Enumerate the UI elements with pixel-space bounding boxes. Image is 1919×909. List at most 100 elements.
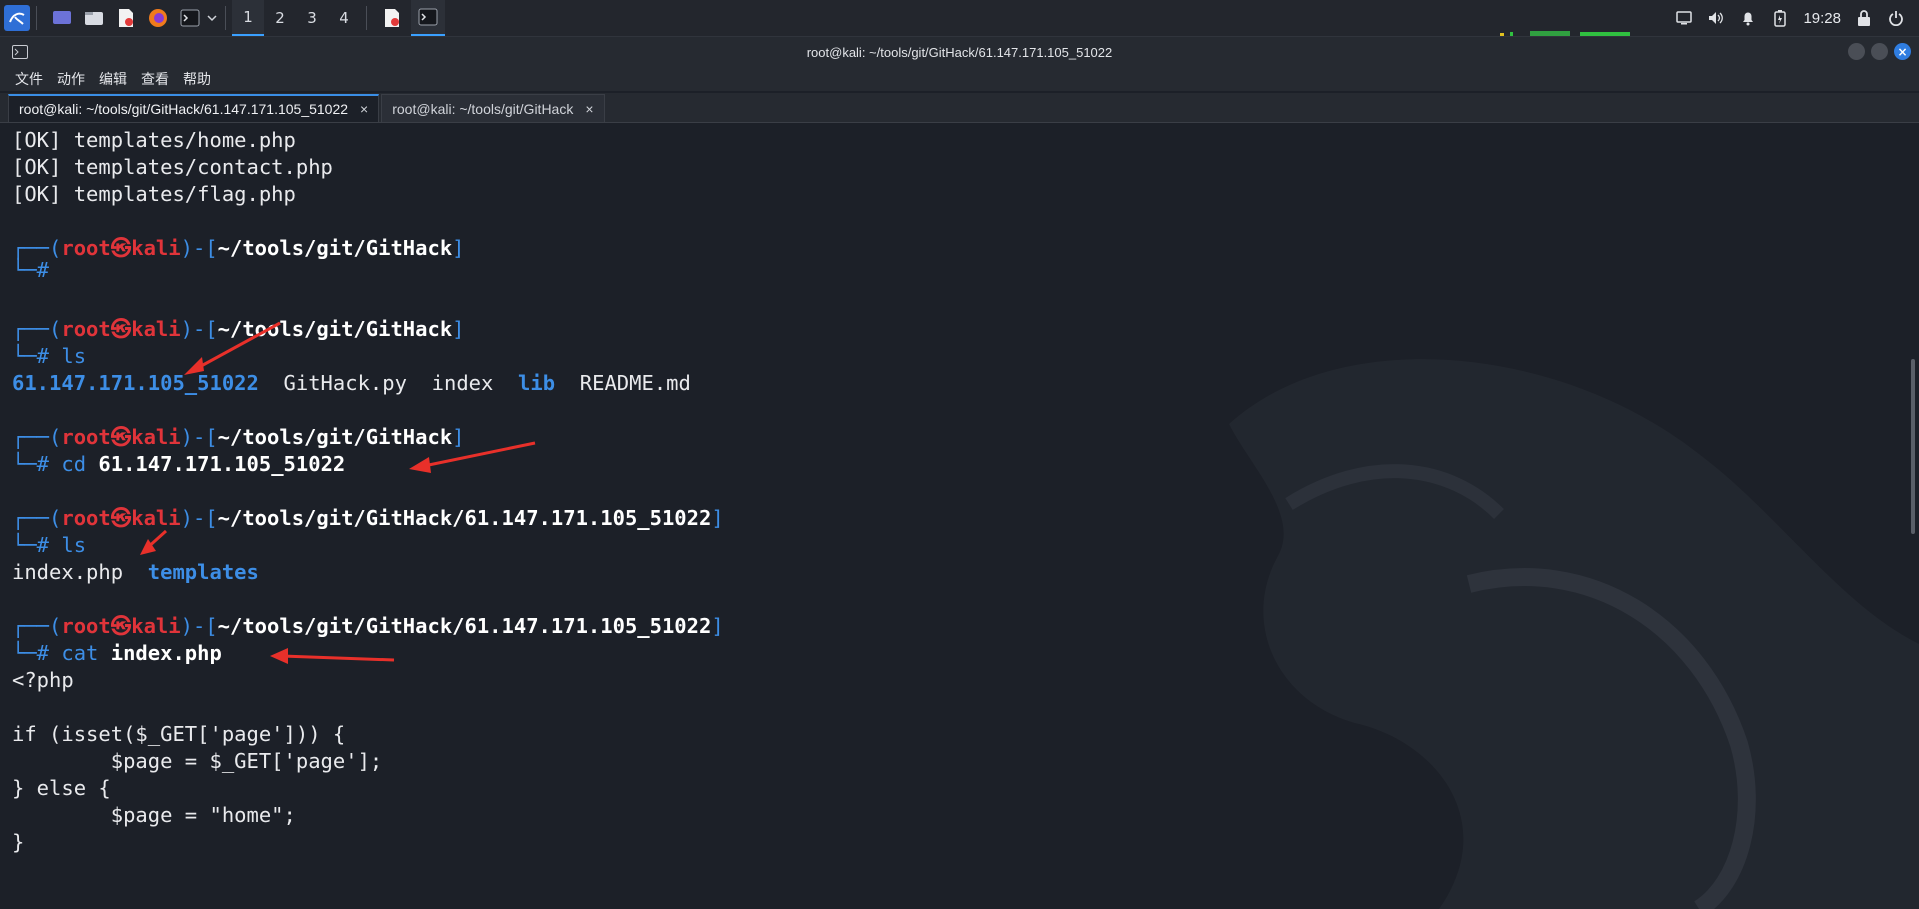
- prompt-bracket: )-[: [180, 236, 218, 260]
- code-line: } else {: [12, 776, 111, 800]
- prompt-path: ~/tools/git/GitHack/61.147.171.105_51022: [217, 614, 712, 638]
- window-controls: ×: [1848, 43, 1911, 60]
- menu-help[interactable]: 帮助: [183, 69, 211, 89]
- code-line: $page = "home";: [12, 803, 296, 827]
- minimize-button[interactable]: [1848, 43, 1865, 60]
- ls-output: index.php templates: [12, 559, 259, 586]
- workspace-4[interactable]: 4: [328, 0, 360, 36]
- command-line: └─#: [12, 257, 49, 284]
- workspace-1[interactable]: 1: [232, 0, 264, 36]
- panel-separator: [366, 6, 367, 30]
- lock-icon[interactable]: [1855, 9, 1873, 27]
- prompt-user: root㉿kali: [61, 506, 181, 530]
- network-graph: [1500, 31, 1630, 36]
- battery-icon[interactable]: [1771, 9, 1789, 27]
- prompt-bracket: ┌──(: [12, 425, 62, 449]
- terminal-icon[interactable]: [177, 5, 203, 31]
- desktop-icon[interactable]: [49, 5, 75, 31]
- prompt-line: ┌──(root㉿kali)-[~/tools/git/GitHack/61.1…: [12, 613, 724, 640]
- power-icon[interactable]: [1887, 9, 1905, 27]
- kali-dragon-watermark: [1229, 359, 1919, 909]
- tab-target-dir[interactable]: root@kali: ~/tools/git/GitHack/61.147.17…: [8, 94, 380, 122]
- prompt-user: root㉿kali: [61, 425, 181, 449]
- code-line: $page = $_GET['page'];: [12, 749, 383, 773]
- file-entry: GitHack.py: [283, 371, 407, 395]
- prompt-bracket: ┌──(: [12, 317, 62, 341]
- tab-close-icon[interactable]: ×: [360, 101, 368, 117]
- file-entry: index.php: [12, 560, 124, 584]
- prompt-bracket: )-[: [180, 425, 218, 449]
- prompt-bracket: ]: [711, 506, 724, 530]
- ls-output: 61.147.171.105_51022 GitHack.py index li…: [12, 370, 691, 397]
- dropdown-icon[interactable]: [205, 5, 219, 31]
- editor-window-icon[interactable]: [379, 5, 405, 31]
- kali-menu-icon[interactable]: [4, 5, 30, 31]
- prompt-bracket: ┌──(: [12, 614, 62, 638]
- tab-label: root@kali: ~/tools/git/GitHack/61.147.17…: [19, 101, 349, 117]
- terminal-window-icon[interactable]: [411, 0, 445, 36]
- tab-close-icon[interactable]: ×: [585, 101, 593, 117]
- prompt-user: root㉿kali: [61, 614, 181, 638]
- output-line: [OK] templates/flag.php: [12, 182, 296, 206]
- directory-entry: templates: [147, 560, 259, 584]
- prompt-bracket: )-[: [180, 614, 218, 638]
- prompt-hash: └─#: [12, 641, 50, 665]
- workspace-3[interactable]: 3: [296, 0, 328, 36]
- prompt-line: ┌──(root㉿kali)-[~/tools/git/GitHack]: [12, 235, 465, 262]
- output-line: [OK] templates/home.php: [12, 128, 296, 152]
- text-editor-icon[interactable]: [113, 5, 139, 31]
- command-line: └─# cd 61.147.171.105_51022: [12, 451, 345, 478]
- menu-edit[interactable]: 编辑: [99, 69, 127, 89]
- annotation-arrow: [184, 321, 281, 375]
- prompt-bracket: ]: [452, 317, 465, 341]
- file-manager-icon[interactable]: [81, 5, 107, 31]
- prompt-line: ┌──(root㉿kali)-[~/tools/git/GitHack]: [12, 424, 465, 451]
- clock[interactable]: 19:28: [1803, 10, 1841, 27]
- command: cat: [61, 641, 99, 665]
- command: ls: [61, 344, 87, 368]
- command: cd: [61, 452, 87, 476]
- code-line: <?php: [12, 668, 74, 692]
- tab-bar: root@kali: ~/tools/git/GitHack/61.147.17…: [0, 93, 1919, 123]
- file-entry: README.md: [579, 371, 691, 395]
- prompt-hash: └─#: [12, 533, 50, 557]
- panel-separator: [36, 6, 37, 30]
- command-argument: 61.147.171.105_51022: [98, 452, 346, 476]
- prompt-path: ~/tools/git/GitHack/61.147.171.105_51022: [217, 506, 712, 530]
- top-panel: 1 2 3 4 19:28: [0, 0, 1919, 37]
- terminal-output[interactable]: [OK] templates/home.php [OK] templates/c…: [0, 124, 1919, 909]
- prompt-hash: └─#: [12, 452, 50, 476]
- close-window-button[interactable]: ×: [1894, 43, 1911, 60]
- code-line: if (isset($_GET['page'])) {: [12, 722, 346, 746]
- display-icon[interactable]: [1675, 9, 1693, 27]
- terminal-scrollbar[interactable]: [1911, 359, 1915, 534]
- tab-githack[interactable]: root@kali: ~/tools/git/GitHack ×: [381, 94, 605, 122]
- firefox-icon[interactable]: [145, 5, 171, 31]
- maximize-button[interactable]: [1871, 43, 1888, 60]
- prompt-hash: └─#: [12, 344, 50, 368]
- prompt-path: ~/tools/git/GitHack: [217, 236, 453, 260]
- prompt-bracket: ┌──(: [12, 506, 62, 530]
- prompt-user: root㉿kali: [61, 317, 181, 341]
- workspace-2[interactable]: 2: [264, 0, 296, 36]
- prompt-bracket: )-[: [180, 506, 218, 530]
- annotation-arrow: [140, 529, 168, 555]
- command-line: └─# ls: [12, 343, 86, 370]
- notification-bell-icon[interactable]: [1739, 9, 1757, 27]
- annotation-arrow: [409, 441, 536, 473]
- prompt-user: root㉿kali: [61, 236, 181, 260]
- tab-label: root@kali: ~/tools/git/GitHack: [392, 100, 574, 117]
- command-line: └─# ls: [12, 532, 86, 559]
- menu-view[interactable]: 查看: [141, 69, 169, 89]
- panel-separator: [225, 6, 226, 30]
- window-titlebar[interactable]: root@kali: ~/tools/git/GitHack/61.147.17…: [0, 37, 1919, 67]
- menu-file[interactable]: 文件: [15, 69, 43, 89]
- menubar: 文件 动作 编辑 查看 帮助: [0, 67, 1919, 91]
- annotation-arrow: [270, 648, 395, 664]
- terminal-app-icon[interactable]: [12, 44, 28, 63]
- prompt-bracket: ]: [711, 614, 724, 638]
- directory-entry: lib: [518, 371, 556, 395]
- prompt-hash: └─#: [12, 258, 50, 282]
- volume-icon[interactable]: [1707, 9, 1725, 27]
- menu-actions[interactable]: 动作: [57, 69, 85, 89]
